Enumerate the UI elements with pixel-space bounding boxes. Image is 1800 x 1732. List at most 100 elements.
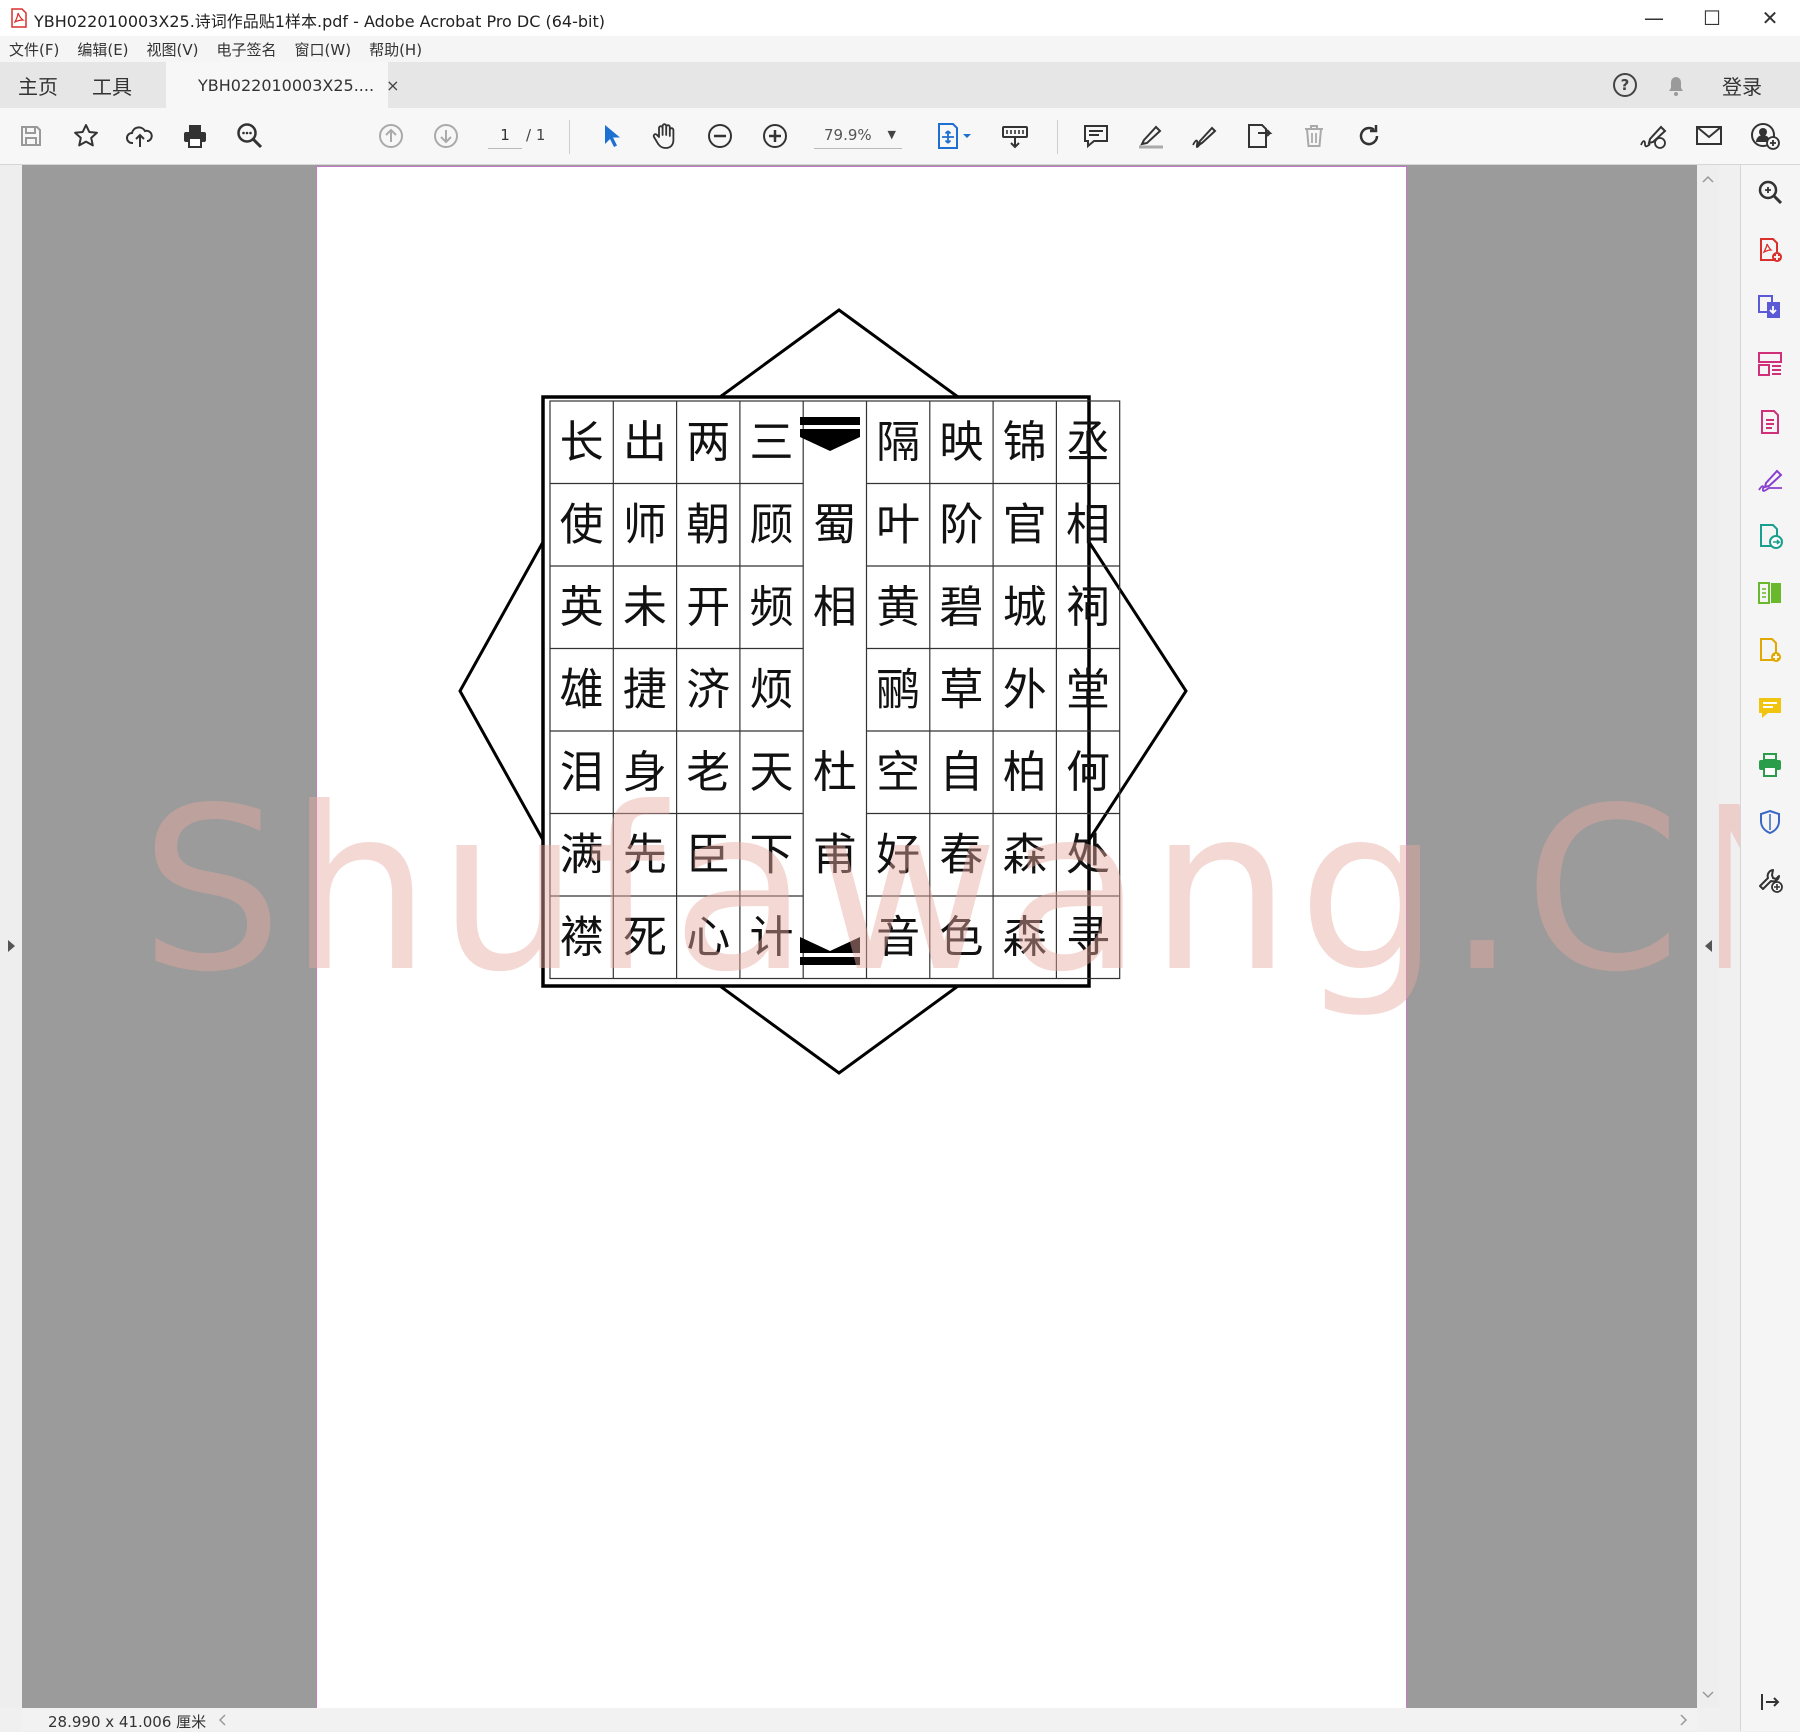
delete-icon[interactable] [1297,119,1331,153]
zoom-out-icon[interactable] [703,119,737,153]
organize-pages-icon[interactable] [1754,348,1786,380]
status-bar: 28.990 x 41.006 厘米 [22,1708,1697,1731]
maximize-button[interactable]: ☐ [1684,0,1740,36]
menu-file[interactable]: 文件(F) [0,39,68,60]
poem-character: 外 [1003,664,1047,715]
poem-character: 出 [623,417,667,468]
menu-window[interactable]: 窗口(W) [286,39,361,60]
zoom-in-icon[interactable] [758,119,792,153]
poem-character: 碧 [939,582,983,633]
expand-right-panel-icon[interactable] [1704,939,1714,953]
print-icon[interactable] [178,119,212,153]
compare-files-icon[interactable] [1754,577,1786,609]
page-layout-icon[interactable] [934,119,978,153]
email-icon[interactable] [1692,119,1726,153]
minimize-button[interactable]: — [1626,0,1682,36]
zoom-level-select[interactable]: 79.9% ▼ [814,122,902,149]
export-pdf-icon[interactable] [1754,291,1786,323]
highlight-pen-icon[interactable] [1134,119,1168,153]
tab-document[interactable]: YBH022010003X25.... × [166,62,399,109]
poem-character: 丞 [1066,417,1110,468]
collapse-panel-icon[interactable] [1754,1686,1786,1718]
poem-character: 三 [750,417,794,468]
page-size-readout: 28.990 x 41.006 厘米 [48,1713,207,1731]
svg-text:?: ? [1621,76,1630,94]
previous-page-icon[interactable] [374,119,408,153]
combine-files-icon[interactable] [1754,634,1786,666]
menu-edit[interactable]: 编辑(E) [68,39,137,60]
poem-character: 相 [813,582,857,633]
send-for-review-icon[interactable] [1754,520,1786,552]
poem-character: 锦 [1003,417,1047,468]
comment-icon[interactable] [1079,119,1113,153]
poem-character: 祠 [1066,582,1110,633]
create-pdf-icon[interactable] [1754,234,1786,266]
close-window-button[interactable]: ✕ [1742,0,1798,36]
zoom-level-value: 79.9% [824,126,872,144]
edit-pdf-icon[interactable] [1754,406,1786,438]
fill-and-sign-icon[interactable] [1754,463,1786,495]
close-tab-icon[interactable]: × [386,76,399,95]
poem-character: 黄 [876,582,920,633]
poem-character: 济 [686,664,730,715]
scroll-down-icon[interactable] [1702,1691,1714,1699]
poem-character: 频 [750,582,794,633]
search-zoom-icon[interactable] [233,119,267,153]
poem-character: 使 [560,499,604,550]
expand-left-panel-icon[interactable] [6,939,16,953]
poem-character: 草 [939,664,983,715]
search-tools-icon[interactable] [1754,176,1786,208]
poem-character: 开 [686,582,730,633]
comment-tool-icon[interactable] [1754,692,1786,724]
menu-bar: 文件(F) 编辑(E) 视图(V) 电子签名 窗口(W) 帮助(H) [0,36,1800,62]
chevron-down-icon: ▼ [887,128,896,141]
toolbar-separator [569,120,570,154]
toolbar-separator [1057,120,1058,154]
poem-character: 烦 [750,664,794,715]
left-panel-strip [0,165,22,1708]
poem-character: 师 [623,499,667,550]
window-title: YBH022010003X25.诗词作品贴1样本.pdf - Adobe Acr… [34,12,605,31]
scroll-right-icon[interactable] [1680,1714,1688,1726]
rotate-icon[interactable] [1352,119,1386,153]
next-page-icon[interactable] [429,119,463,153]
menu-esign[interactable]: 电子签名 [208,39,286,60]
tab-home[interactable]: 主页 [18,62,58,108]
right-tools-panel [1740,165,1800,1731]
poem-character: 朝 [686,499,730,550]
select-cursor-icon[interactable] [594,119,628,153]
hand-tool-icon[interactable] [648,119,682,153]
poem-character: 两 [686,417,730,468]
signature-pen-icon[interactable] [1188,119,1222,153]
protect-shield-icon[interactable] [1754,806,1786,838]
share-stamp-icon[interactable] [1242,119,1276,153]
help-icon[interactable]: ? [1610,70,1640,100]
menu-view[interactable]: 视图(V) [138,39,208,60]
title-bar: YBH022010003X25.诗词作品贴1样本.pdf - Adobe Acr… [0,0,1800,36]
poem-character: 映 [939,417,983,468]
bookmark-star-icon[interactable] [69,119,103,153]
print-production-icon[interactable] [1754,749,1786,781]
poem-character: 顾 [750,499,794,550]
poem-character: 官 [1003,499,1047,550]
keyboard-icon[interactable] [998,119,1032,153]
notification-bell-icon[interactable] [1661,70,1691,100]
save-icon[interactable] [14,119,48,153]
tab-bar: 主页 工具 YBH022010003X25.... × ? 登录 [0,62,1800,109]
page-number-input[interactable]: 1 [488,122,522,149]
page-total: / 1 [526,126,546,144]
cloud-upload-icon[interactable] [123,119,157,153]
vertical-scrollbar[interactable] [1697,165,1719,1708]
toolbar: 1 / 1 79.9% ▼ [0,108,1800,165]
tab-tools[interactable]: 工具 [92,62,132,108]
poem-character: 鹂 [876,664,920,715]
share-user-icon[interactable] [1748,119,1782,153]
login-button[interactable]: 登录 [1722,62,1762,108]
poem-character: 长 [560,417,604,468]
poem-character: 阶 [939,499,983,550]
scroll-left-icon[interactable] [218,1714,226,1726]
menu-help[interactable]: 帮助(H) [360,39,431,60]
more-tools-icon[interactable] [1754,864,1786,896]
scroll-up-icon[interactable] [1702,175,1714,183]
fill-sign-icon[interactable] [1637,119,1671,153]
